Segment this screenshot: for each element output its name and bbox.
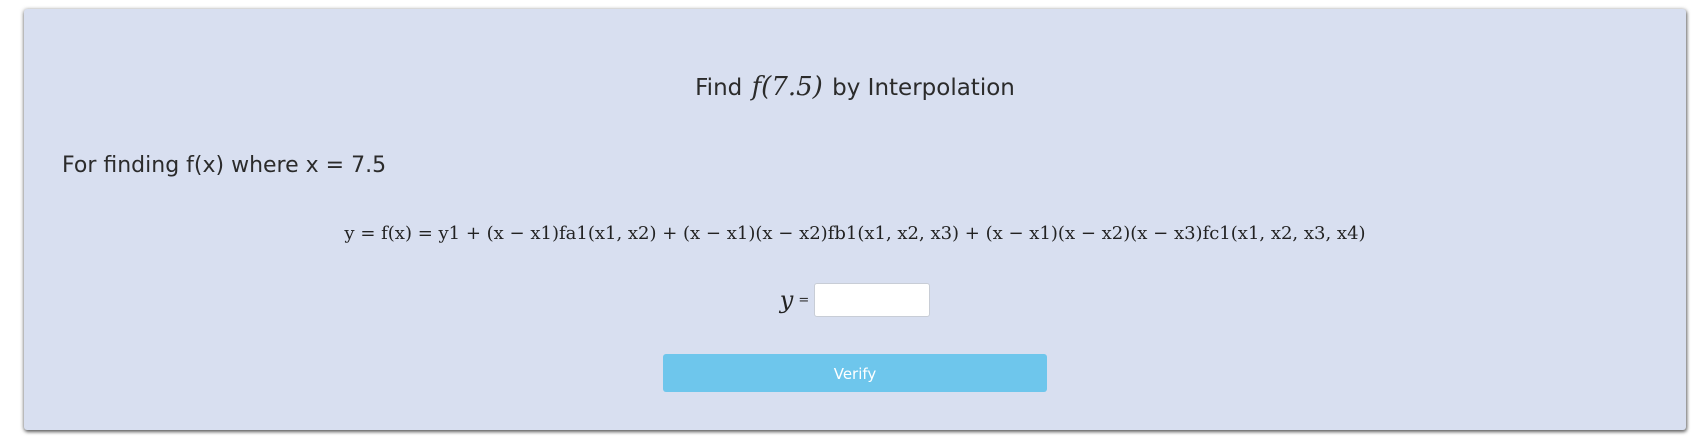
- title-prefix: Find: [695, 75, 743, 101]
- question-card: Find f(7.5) by Interpolation For finding…: [24, 9, 1686, 430]
- answer-input[interactable]: [814, 283, 931, 317]
- answer-variable: y: [779, 286, 794, 314]
- question-prompt: For finding f(x) where x = 7.5: [62, 153, 387, 178]
- answer-equals: =: [798, 292, 810, 308]
- question-title: Find f(7.5) by Interpolation: [24, 72, 1686, 103]
- interpolation-formula: y = f(x) = y1 + (x − x1)fa1(x1, x2) + (x…: [24, 221, 1686, 247]
- answer-row: y =: [24, 281, 1686, 319]
- title-math: f(7.5): [751, 72, 823, 102]
- verify-button[interactable]: Verify: [663, 354, 1047, 392]
- formula-text: y = f(x) = y1 + (x − x1)fa1(x1, x2) + (x…: [344, 223, 1366, 244]
- title-suffix: by Interpolation: [832, 75, 1015, 101]
